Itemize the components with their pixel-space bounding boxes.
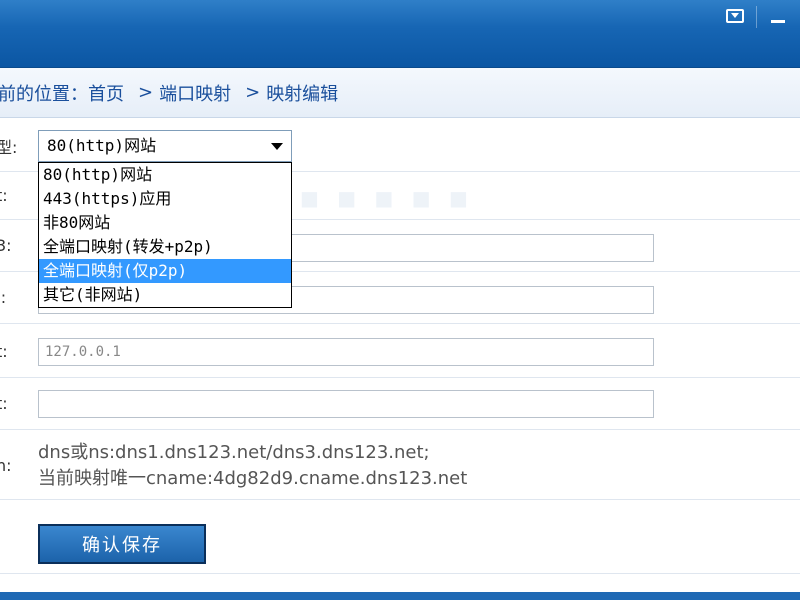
- breadcrumb-separator: >: [245, 82, 261, 103]
- breadcrumb-home-link[interactable]: 首页: [88, 80, 124, 106]
- minimize-button[interactable]: [764, 4, 792, 28]
- mapping-type-value: 80(http)网站: [47, 136, 157, 155]
- breadcrumb-separator: >: [138, 82, 154, 103]
- row2-label: t:: [0, 186, 8, 205]
- form-row-6: t:: [0, 378, 800, 430]
- type-label: 型:: [0, 138, 18, 157]
- option-443-https[interactable]: 443(https)应用: [39, 187, 291, 211]
- bottom-bar: [0, 592, 800, 600]
- breadcrumb-port-mapping-link[interactable]: 端口映射: [159, 80, 231, 106]
- option-full-port-p2p-only[interactable]: 全端口映射(仅p2p): [39, 259, 291, 283]
- breadcrumb: 前的位置： 首页 > 端口映射 > 映射编辑: [0, 68, 800, 118]
- save-button[interactable]: 确认保存: [38, 524, 206, 564]
- dropdown-icon: [726, 9, 744, 23]
- form-row-ip: t: 127.0.0.1: [0, 324, 800, 378]
- minimize-icon: [771, 19, 785, 23]
- title-bar: [0, 0, 800, 68]
- dns-info: dns或ns:dns1.dns123.net/dns3.dns123.net; …: [38, 440, 467, 492]
- row6-input[interactable]: [38, 390, 654, 418]
- option-80-http[interactable]: 80(http)网站: [39, 163, 291, 187]
- dns-servers-text: dns或ns:dns1.dns123.net/dns3.dns123.net;: [38, 442, 430, 463]
- row6-label: t:: [0, 394, 8, 413]
- menu-dropdown-button[interactable]: [722, 4, 748, 28]
- row4-label: J:: [0, 288, 7, 307]
- titlebar-separator: [756, 6, 757, 28]
- option-non-80[interactable]: 非80网站: [39, 211, 291, 235]
- dns-label: h:: [0, 456, 12, 475]
- mapping-type-select[interactable]: 80(http)网站: [38, 130, 292, 162]
- row3-label: 3:: [0, 236, 12, 255]
- ip-input[interactable]: 127.0.0.1: [38, 338, 654, 366]
- breadcrumb-prefix: 前的位置：: [0, 83, 88, 105]
- breadcrumb-current: 映射编辑: [266, 83, 339, 105]
- option-other-non-website[interactable]: 其它(非网站): [39, 283, 291, 307]
- ip-label: t:: [0, 342, 8, 361]
- mapping-type-dropdown-list: 80(http)网站 443(https)应用 非80网站 全端口映射(转发+p…: [38, 162, 292, 308]
- option-full-port-forward-p2p[interactable]: 全端口映射(转发+p2p): [39, 235, 291, 259]
- cname-text: 当前映射唯一cname:4dg82d9.cname.dns123.net: [38, 468, 468, 489]
- background-watermark: ■ ■ ■ ■ ■: [300, 186, 474, 210]
- chevron-down-icon: [271, 143, 283, 150]
